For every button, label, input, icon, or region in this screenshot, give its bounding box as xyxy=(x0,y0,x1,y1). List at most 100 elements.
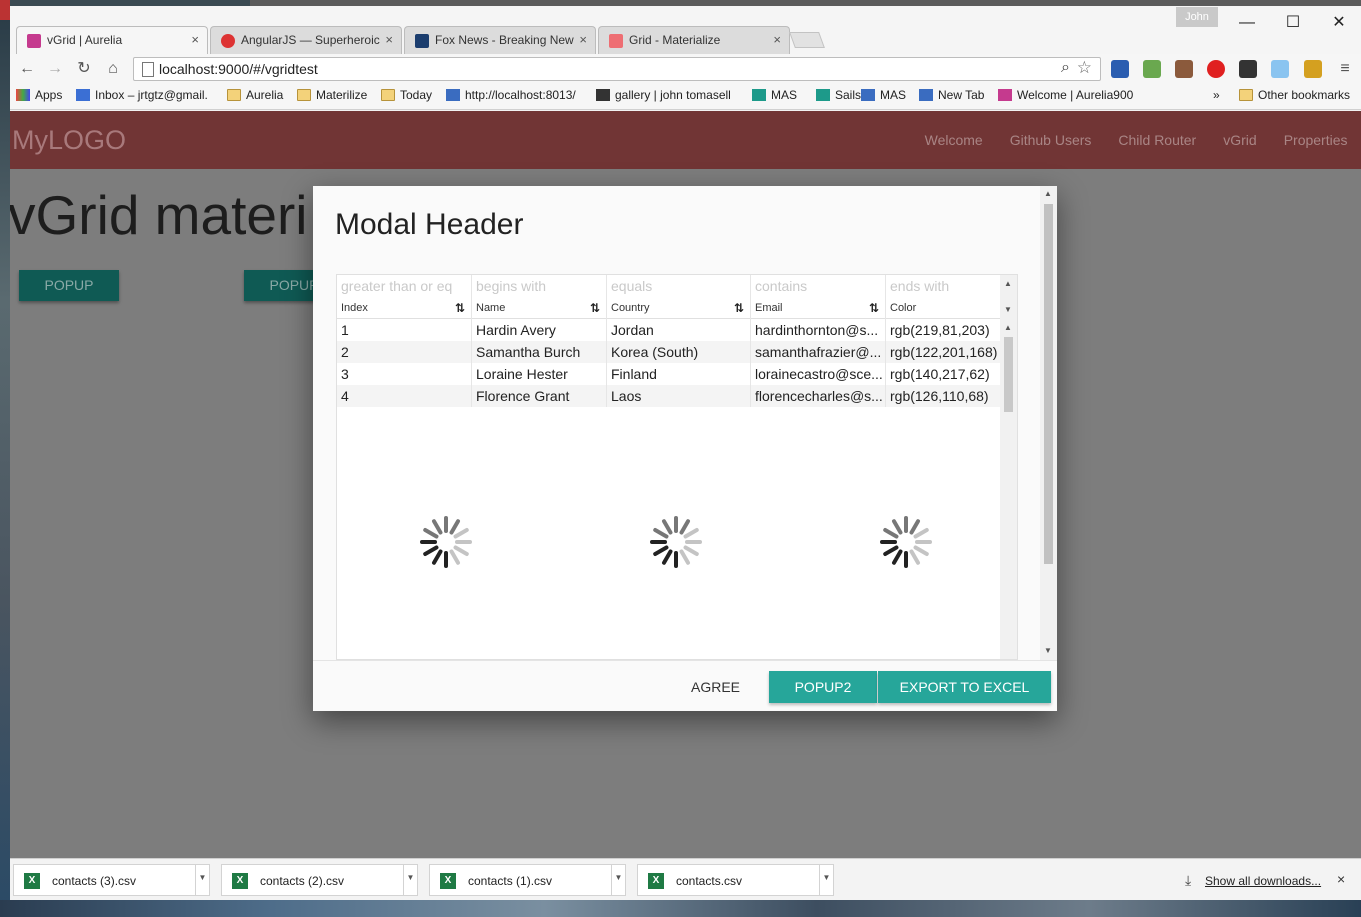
instagram-extension-icon[interactable] xyxy=(1175,60,1193,78)
minimize-icon[interactable]: — xyxy=(1236,12,1258,34)
modal-scrollbar-thumb[interactable] xyxy=(1044,204,1053,564)
eyedropper-extension-icon[interactable] xyxy=(1304,60,1322,78)
show-all-downloads-link[interactable]: Show all downloads... xyxy=(1205,874,1321,888)
download-item[interactable]: X contacts (2).csv ▼ xyxy=(221,864,418,896)
nav-vgrid[interactable]: vGrid xyxy=(1210,111,1270,169)
close-tab-icon[interactable]: × xyxy=(385,32,393,47)
sort-icon[interactable]: ⇅ xyxy=(869,297,879,319)
cell-country: Korea (South) xyxy=(607,341,751,363)
bookmark-apps[interactable]: Apps xyxy=(16,88,62,106)
zotero-extension-icon[interactable] xyxy=(1111,60,1129,78)
download-item[interactable]: X contacts (1).csv ▼ xyxy=(429,864,626,896)
download-item[interactable]: X contacts.csv ▼ xyxy=(637,864,834,896)
bookmark-welcome-aurelia[interactable]: Welcome | Aurelia900 xyxy=(998,88,1133,106)
jetbrains-extension-icon[interactable] xyxy=(1239,60,1257,78)
back-icon[interactable]: ← xyxy=(16,58,38,80)
column-header-country[interactable]: Country ⇅ xyxy=(607,297,751,319)
export-to-excel-button[interactable]: EXPORT TO EXCEL xyxy=(878,671,1051,703)
column-header-index[interactable]: Index ⇅ xyxy=(337,297,472,319)
table-row[interactable]: 3 Loraine Hester Finland lorainecastro@s… xyxy=(337,363,1002,385)
browser-window: vGrid | Aurelia × AngularJS — Superheroi… xyxy=(10,6,1361,900)
close-shelf-icon[interactable]: × xyxy=(1337,871,1345,887)
nav-properties[interactable]: Properties xyxy=(1270,111,1361,169)
site-navbar: MyLOGO Welcome Github Users Child Router… xyxy=(10,111,1361,169)
extension-icon[interactable] xyxy=(1143,60,1161,78)
download-item[interactable]: X contacts (3).csv ▼ xyxy=(13,864,210,896)
address-bar[interactable]: localhost:9000/#/vgridtest ⌕ ☆ xyxy=(133,57,1101,81)
header-scrollbar[interactable]: ▲ ▼ xyxy=(1000,275,1017,319)
bookmark-other[interactable]: Other bookmarks xyxy=(1239,88,1350,106)
profile-badge[interactable]: John xyxy=(1176,7,1218,27)
close-tab-icon[interactable]: × xyxy=(191,32,199,47)
tab-vgrid[interactable]: vGrid | Aurelia × xyxy=(16,26,208,54)
scroll-up-icon[interactable]: ▲ xyxy=(1004,279,1012,288)
nav-welcome[interactable]: Welcome xyxy=(911,111,996,169)
filter-input-name[interactable]: begins with xyxy=(472,275,607,297)
modal-dialog: ▲ ▼ Modal Header greater than or eq begi… xyxy=(313,186,1057,711)
nav-child-router[interactable]: Child Router xyxy=(1105,111,1210,169)
column-header-email[interactable]: Email ⇅ xyxy=(751,297,886,319)
close-tab-icon[interactable]: × xyxy=(773,32,781,47)
tab-materialize[interactable]: Grid - Materialize × xyxy=(598,26,790,54)
modal-scrollbar[interactable]: ▲ ▼ xyxy=(1040,186,1057,660)
bookmark-gallery[interactable]: gallery | john tomasell xyxy=(596,88,731,106)
filter-input-color[interactable]: ends with xyxy=(886,275,1002,297)
bookmark-star-icon[interactable]: ☆ xyxy=(1077,58,1092,78)
maximize-icon[interactable]: ☐ xyxy=(1282,12,1304,34)
popup2-button[interactable]: POPUP2 xyxy=(769,671,877,703)
filter-input-country[interactable]: equals xyxy=(607,275,751,297)
extension-icon[interactable] xyxy=(1271,60,1289,78)
bookmark-mas-2[interactable]: MAS xyxy=(861,88,906,106)
bookmark-new-tab[interactable]: New Tab xyxy=(919,88,984,106)
bookmark-localhost[interactable]: http://localhost:8013/ xyxy=(446,88,576,106)
download-filename: contacts (1).csv xyxy=(468,874,553,888)
table-row[interactable]: 2 Samantha Burch Korea (South) samanthaf… xyxy=(337,341,1002,363)
nav-github-users[interactable]: Github Users xyxy=(996,111,1105,169)
sort-icon[interactable]: ⇅ xyxy=(734,297,744,319)
grid-scrollbar-thumb[interactable] xyxy=(1004,337,1013,412)
loading-spinner-icon xyxy=(879,515,933,569)
home-icon[interactable]: ⌂ xyxy=(102,58,124,80)
bookmark-today[interactable]: Today xyxy=(381,88,432,106)
reload-icon[interactable]: ↻ xyxy=(73,58,95,80)
popup-button[interactable]: POPUP xyxy=(19,270,119,301)
table-row[interactable]: 4 Florence Grant Laos florencecharles@s.… xyxy=(337,385,1002,407)
table-row[interactable]: 1 Hardin Avery Jordan hardinthornton@s..… xyxy=(337,319,1002,341)
chevron-down-icon[interactable]: ▼ xyxy=(819,865,833,895)
sort-icon[interactable]: ⇅ xyxy=(455,297,465,319)
column-header-color[interactable]: Color xyxy=(886,297,1002,319)
inbox-icon xyxy=(76,89,90,101)
chevron-down-icon[interactable]: ▼ xyxy=(611,865,625,895)
column-header-name[interactable]: Name ⇅ xyxy=(472,297,607,319)
url-text: localhost:9000/#/vgridtest xyxy=(159,61,318,77)
site-logo[interactable]: MyLOGO xyxy=(12,125,126,156)
grid-scrollbar[interactable]: ▲ xyxy=(1000,319,1017,659)
new-tab-button[interactable] xyxy=(789,32,825,48)
tab-foxnews[interactable]: Fox News - Breaking New × xyxy=(404,26,596,54)
menu-icon[interactable]: ≡ xyxy=(1334,58,1356,80)
tab-title: Fox News - Breaking New xyxy=(435,33,574,47)
close-window-icon[interactable]: ✕ xyxy=(1328,12,1350,34)
more-bookmarks-chevron[interactable]: » xyxy=(1213,88,1220,106)
chevron-down-icon[interactable]: ▼ xyxy=(403,865,417,895)
filter-input-email[interactable]: contains xyxy=(751,275,886,297)
scroll-up-icon[interactable]: ▲ xyxy=(1004,323,1012,332)
bookmark-inbox[interactable]: Inbox – jrtgtz@gmail. xyxy=(76,88,208,106)
scroll-down-icon[interactable]: ▼ xyxy=(1044,646,1052,655)
filter-input-index[interactable]: greater than or eq xyxy=(337,275,472,297)
tab-angularjs[interactable]: AngularJS — Superheroic × xyxy=(210,26,402,54)
agree-button[interactable]: AGREE xyxy=(691,679,740,695)
materialize-favicon-icon xyxy=(609,34,623,48)
forward-icon[interactable]: → xyxy=(44,58,66,80)
opera-extension-icon[interactable] xyxy=(1207,60,1225,78)
bookmark-aurelia[interactable]: Aurelia xyxy=(227,88,283,106)
bookmark-sails[interactable]: Sails xyxy=(816,88,861,106)
scroll-up-icon[interactable]: ▲ xyxy=(1044,189,1052,198)
sort-icon[interactable]: ⇅ xyxy=(590,297,600,319)
search-icon[interactable]: ⌕ xyxy=(1061,59,1070,77)
bookmark-materilize[interactable]: Materilize xyxy=(297,88,367,106)
close-tab-icon[interactable]: × xyxy=(579,32,587,47)
scroll-down-icon[interactable]: ▼ xyxy=(1004,305,1012,314)
chevron-down-icon[interactable]: ▼ xyxy=(195,865,209,895)
bookmark-mas[interactable]: MAS xyxy=(752,88,797,106)
